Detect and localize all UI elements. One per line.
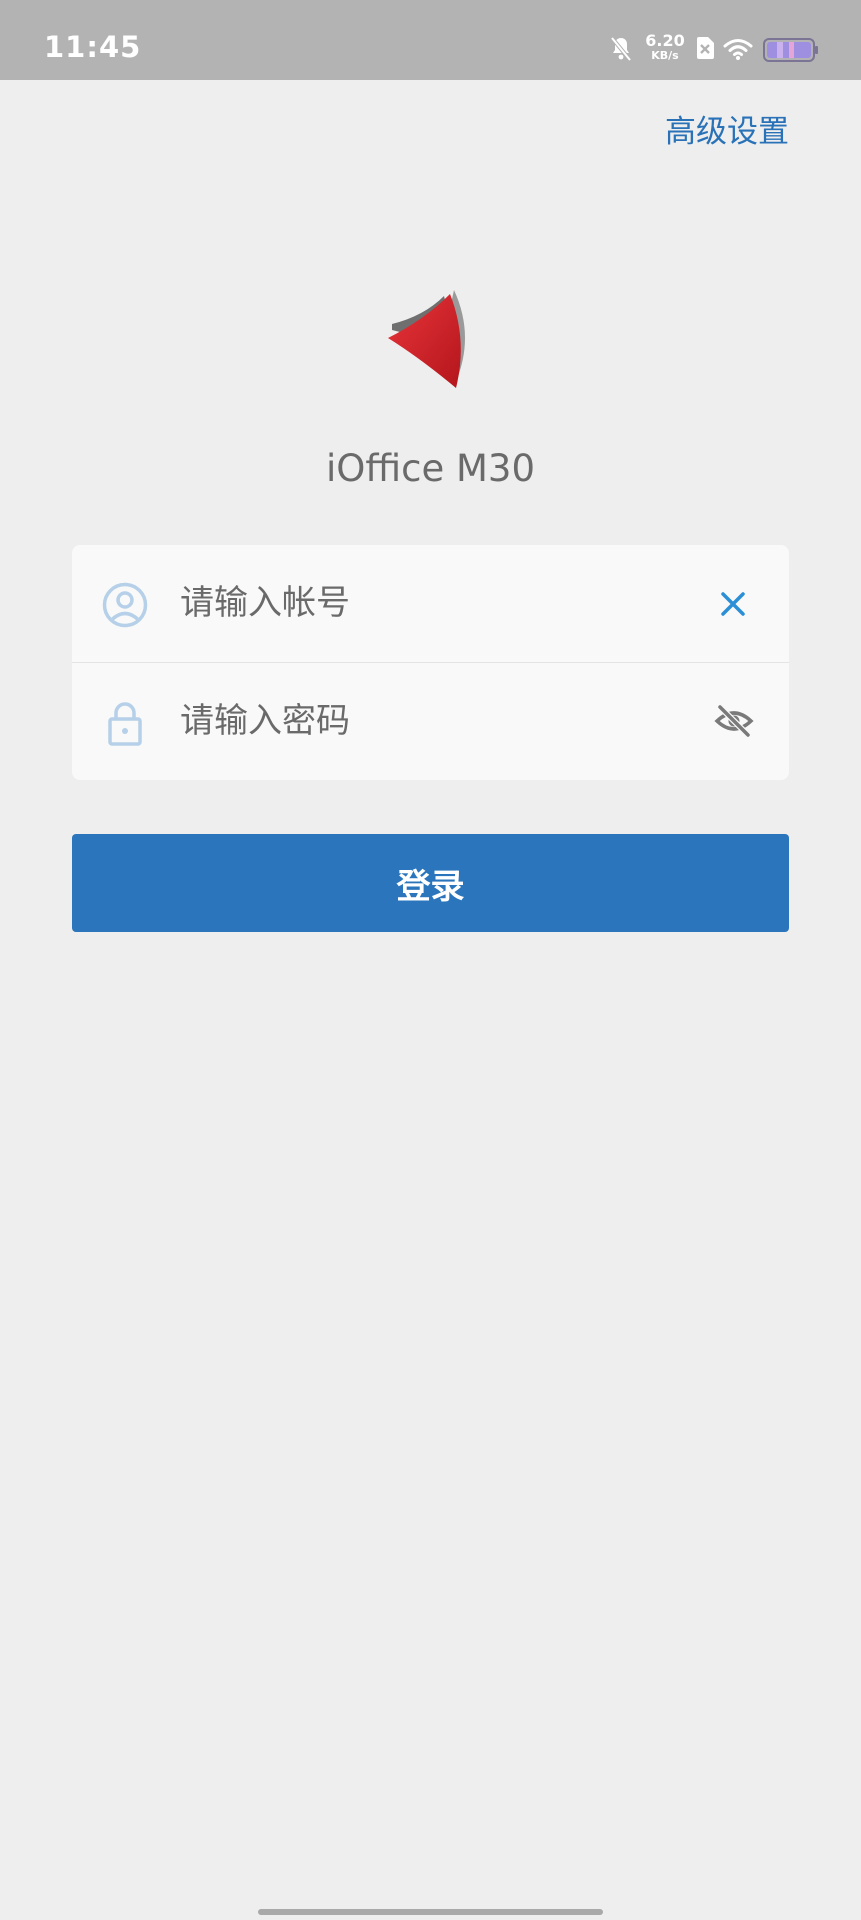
advanced-settings-link[interactable]: 高级设置 [665,106,789,151]
login-button[interactable]: 登录 [72,834,789,932]
status-bar: 11:45 6.20 KB/s [0,0,861,80]
login-card [72,545,789,780]
bell-muted-icon [609,36,633,66]
clear-icon[interactable] [716,587,750,621]
home-indicator[interactable] [258,1909,603,1915]
sim-disabled-icon [695,36,715,64]
app-name: iOffice M30 [325,447,536,490]
network-speed-unit: KB/s [651,49,679,62]
status-icons: 6.20 KB/s [609,30,819,70]
user-icon [102,582,148,628]
battery-icon [763,38,819,66]
password-field[interactable] [180,693,660,749]
eye-off-icon[interactable] [714,703,754,739]
username-field[interactable] [180,575,660,631]
status-time: 11:45 [44,30,142,64]
network-speed-value: 6.20 [645,31,685,50]
network-speed: 6.20 KB/s [643,31,687,62]
username-row [72,545,789,662]
lock-icon [102,700,148,746]
ioffice-logo-icon [384,288,476,394]
wifi-icon [723,38,753,64]
password-row [72,663,789,780]
